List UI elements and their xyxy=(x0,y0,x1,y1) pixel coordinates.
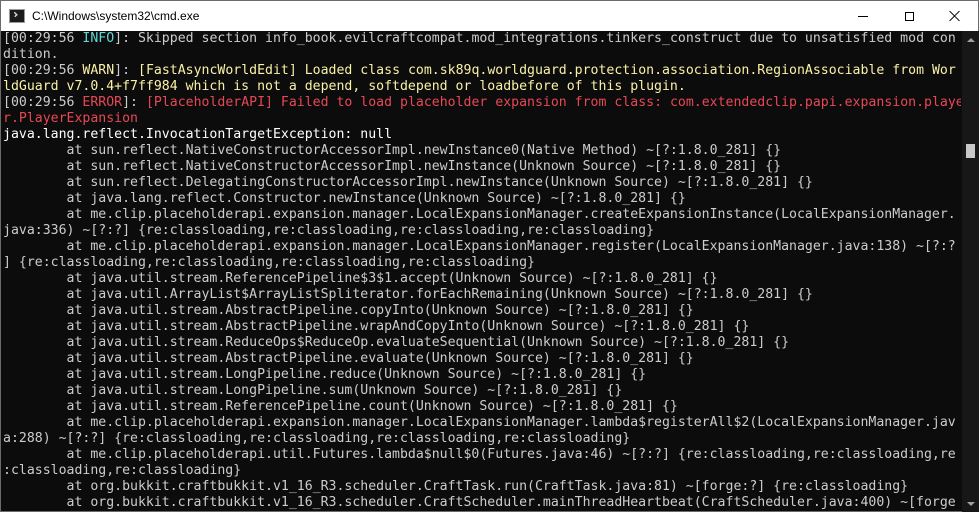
close-icon xyxy=(949,10,961,22)
console-line: at me.clip.placeholderapi.expansion.mana… xyxy=(3,239,961,255)
console-text-segment: at org.bukkit.craftbukkit.v1_16_R3.sched… xyxy=(3,495,956,510)
close-button[interactable] xyxy=(932,1,978,31)
console-line: at java.util.stream.ReferencePipeline$3$… xyxy=(3,271,961,287)
console-line: at java.util.stream.ReduceOps$ReduceOp.e… xyxy=(3,335,961,351)
console-line: ] {re:classloading,re:classloading,re:cl… xyxy=(3,255,961,271)
console-text-segment: WARN xyxy=(82,63,115,78)
cmd-window: C:\Windows\system32\cmd.exe [00:29:56 IN… xyxy=(0,0,979,512)
console-text-segment: [PlaceholderAPI] Failed to load placehol… xyxy=(145,95,961,110)
console-text-segment: r.PlayerExpansion xyxy=(3,111,138,126)
cmd-app-icon[interactable] xyxy=(9,9,25,23)
console-line: at sun.reflect.NativeConstructorAccessor… xyxy=(3,159,961,175)
scroll-up-button[interactable] xyxy=(962,31,979,48)
console-text-segment: at java.util.stream.LongPipeline.reduce(… xyxy=(3,367,647,382)
window-title: C:\Windows\system32\cmd.exe xyxy=(32,9,200,23)
console-text-segment: ]: xyxy=(122,95,146,110)
console-line: at java.util.stream.AbstractPipeline.cop… xyxy=(3,303,961,319)
console-text-segment: [00:29:56 xyxy=(3,63,83,78)
console-output[interactable]: [00:29:56 INFO]: Skipped section info_bo… xyxy=(2,31,961,512)
console-text-segment: at me.clip.placeholderapi.expansion.mana… xyxy=(3,415,956,430)
vertical-scrollbar[interactable] xyxy=(962,31,979,512)
minimize-button[interactable] xyxy=(840,1,886,31)
console-text-segment: at java.util.stream.LongPipeline.sum(Unk… xyxy=(3,383,623,398)
console-text-segment: at java.util.stream.ReferencePipeline$3$… xyxy=(3,271,718,286)
console-line: :classloading,re:classloading} xyxy=(3,463,961,479)
console-text-segment: at sun.reflect.NativeConstructorAccessor… xyxy=(3,143,782,158)
console-line: r.PlayerExpansion xyxy=(3,111,961,127)
console-line: java.lang.reflect.InvocationTargetExcept… xyxy=(3,127,961,143)
console-line: at sun.reflect.NativeConstructorAccessor… xyxy=(3,143,961,159)
console-line: at java.util.stream.LongPipeline.sum(Unk… xyxy=(3,383,961,399)
console-text-segment: [00:29:56 xyxy=(3,31,83,46)
console-line: at java.lang.reflect.Constructor.newInst… xyxy=(3,191,961,207)
console-text-segment: ldGuard v7.0.4+f7ff984 which is not a de… xyxy=(3,79,686,94)
console-text-segment: at java.util.stream.ReduceOps$ReduceOp.e… xyxy=(3,335,790,350)
minimize-icon xyxy=(858,15,868,17)
console-line: a:288) ~[?:?] {re:classloading,re:classl… xyxy=(3,431,961,447)
console-text-segment: at me.clip.placeholderapi.expansion.mana… xyxy=(3,239,956,254)
console-text-segment: ]: xyxy=(114,63,138,78)
scroll-thumb[interactable] xyxy=(966,144,975,158)
console-text-segment: at java.util.ArrayList$ArrayListSplitera… xyxy=(3,287,813,302)
arrow-down-icon xyxy=(966,501,975,506)
console-text-segment: at java.util.stream.AbstractPipeline.eva… xyxy=(3,351,694,366)
console-text-segment: INFO xyxy=(82,31,115,46)
console-text-segment: dition. xyxy=(3,47,59,62)
arrow-up-icon xyxy=(966,37,975,42)
console-line: at java.util.stream.ReferencePipeline.co… xyxy=(3,399,961,415)
title-bar[interactable]: C:\Windows\system32\cmd.exe xyxy=(1,1,978,31)
console-text-segment: at me.clip.placeholderapi.util.Futures.l… xyxy=(3,447,956,462)
console-text-segment: java.lang.reflect.InvocationTargetExcept… xyxy=(3,127,393,142)
console-text-segment: at sun.reflect.NativeConstructorAccessor… xyxy=(3,159,782,174)
console-text-segment: java:336) ~[?:?] {re:classloading,re:cla… xyxy=(3,223,655,238)
maximize-icon xyxy=(904,11,914,21)
console-text-segment: at java.util.stream.AbstractPipeline.cop… xyxy=(3,303,694,318)
console-line: java:336) ~[?:?] {re:classloading,re:cla… xyxy=(3,223,961,239)
console-text-segment: at sun.reflect.DelegatingConstructorAcce… xyxy=(3,175,813,190)
console-line: at sun.reflect.DelegatingConstructorAcce… xyxy=(3,175,961,191)
console-line: at java.util.stream.AbstractPipeline.eva… xyxy=(3,351,961,367)
console-line: [00:29:56 ERROR]: [PlaceholderAPI] Faile… xyxy=(3,95,961,111)
console-line: at java.util.stream.AbstractPipeline.wra… xyxy=(3,319,961,335)
console-text-segment: ERROR xyxy=(82,95,123,110)
console-line: at java.util.stream.LongPipeline.reduce(… xyxy=(3,367,961,383)
console-text-segment: :classloading,re:classloading} xyxy=(3,463,242,478)
console-text-segment: at java.lang.reflect.Constructor.newInst… xyxy=(3,191,686,206)
console-text-segment: at org.bukkit.craftbukkit.v1_16_R3.sched… xyxy=(3,479,909,494)
console-line: at me.clip.placeholderapi.util.Futures.l… xyxy=(3,447,961,463)
console-text-segment: [00:29:56 xyxy=(3,95,83,110)
console-text-segment: at java.util.stream.AbstractPipeline.wra… xyxy=(3,319,750,334)
console-text-segment: a:288) ~[?:?] {re:classloading,re:classl… xyxy=(3,431,631,446)
console-line: ldGuard v7.0.4+f7ff984 which is not a de… xyxy=(3,79,961,95)
console-line: at org.bukkit.craftbukkit.v1_16_R3.sched… xyxy=(3,479,961,495)
console-line: at me.clip.placeholderapi.expansion.mana… xyxy=(3,415,961,431)
console-line: [00:29:56 INFO]: Skipped section info_bo… xyxy=(3,31,961,47)
console-text-segment: [FastAsyncWorldEdit] Loaded class com.sk… xyxy=(138,63,956,78)
console-line: at org.bukkit.craftbukkit.v1_16_R3.sched… xyxy=(3,495,961,511)
console-line: at java.util.ArrayList$ArrayListSplitera… xyxy=(3,287,961,303)
console-line: at me.clip.placeholderapi.expansion.mana… xyxy=(3,207,961,223)
maximize-button[interactable] xyxy=(886,1,932,31)
console-line: dition. xyxy=(3,47,961,63)
console-text-segment: at me.clip.placeholderapi.expansion.mana… xyxy=(3,207,956,222)
scroll-down-button[interactable] xyxy=(962,495,979,512)
console-text-segment: at java.util.stream.ReferencePipeline.co… xyxy=(3,399,678,414)
console-line: [00:29:56 WARN]: [FastAsyncWorldEdit] Lo… xyxy=(3,63,961,79)
console-text-segment: ] {re:classloading,re:classloading,re:cl… xyxy=(3,255,535,270)
console-text-segment: ]: Skipped section info_book.evilcraftco… xyxy=(114,31,956,46)
